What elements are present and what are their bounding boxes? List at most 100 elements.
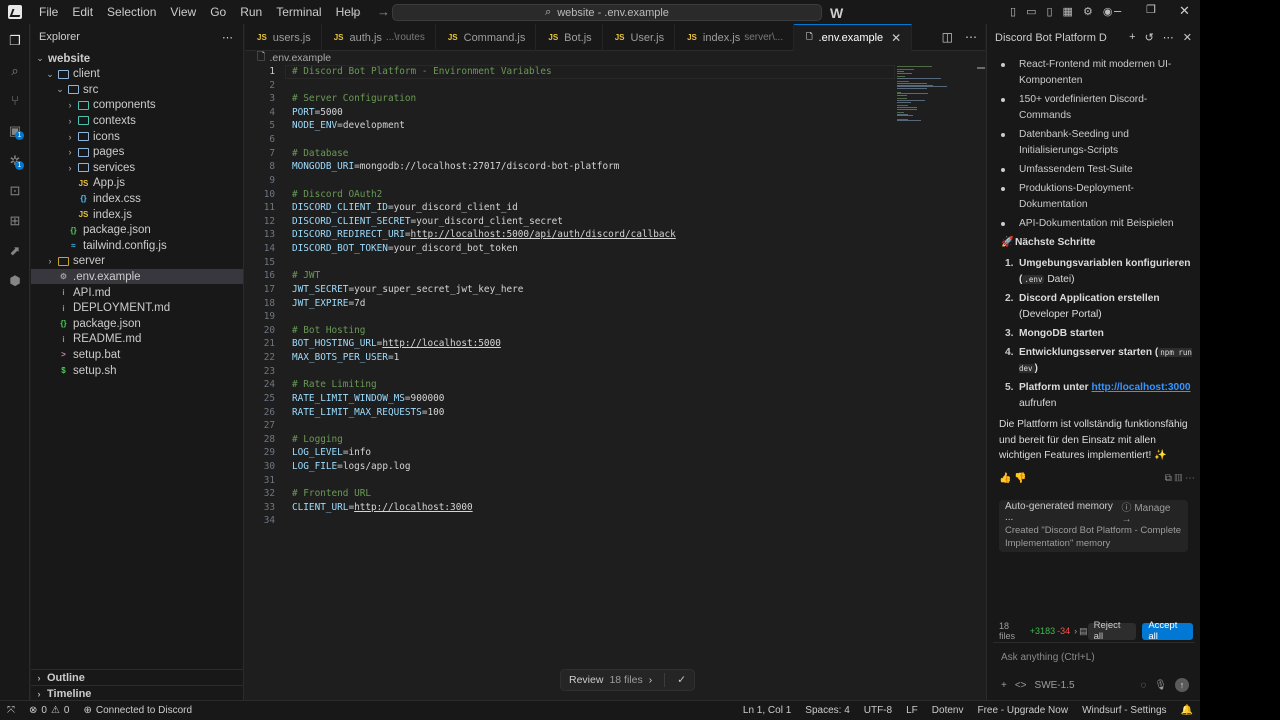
problems-indicator[interactable]: ⊗ 0 ⚠ 0 [22, 705, 76, 716]
menu-run[interactable]: Run [233, 5, 269, 19]
tree-file[interactable]: ⚙ .env.example [31, 269, 243, 285]
customize-layout-icon[interactable]: ▦ [1063, 5, 1073, 18]
code-mode-icon[interactable]: <> [1015, 680, 1027, 691]
menu-edit[interactable]: Edit [65, 5, 100, 19]
tree-file[interactable]: {} package.json [31, 316, 243, 331]
tree-file[interactable]: i README.md [31, 332, 243, 347]
indentation[interactable]: Spaces: 4 [798, 705, 856, 716]
restore-icon[interactable]: ❐ [1146, 3, 1156, 16]
account-icon[interactable]: ◉ [1103, 5, 1113, 18]
windsurf-settings[interactable]: Windsurf - Settings [1075, 705, 1173, 716]
tree-file[interactable]: JS App.js [31, 176, 243, 191]
thumbs-down-icon[interactable]: 👎 [1014, 473, 1026, 484]
tree-folder[interactable]: › services [31, 160, 243, 175]
connection-status[interactable]: ⊕ Connected to Discord [76, 705, 199, 716]
reject-all-button[interactable]: Reject all [1087, 620, 1137, 642]
menu-file[interactable]: File [32, 5, 65, 19]
accept-all-button[interactable]: Accept all [1142, 620, 1193, 642]
run-debug-icon[interactable]: ✲ 1 [7, 153, 24, 170]
close-tab-icon[interactable]: ✕ [891, 31, 901, 45]
back-arrow-icon[interactable]: ← [350, 4, 363, 19]
tree-folder[interactable]: ⌄ website [31, 51, 243, 66]
deploy-icon[interactable]: ⬈ [7, 243, 23, 259]
minimize-icon[interactable]: – [1114, 3, 1121, 18]
end-of-line[interactable]: LF [899, 705, 925, 716]
code-editor[interactable]: 1 # Discord Bot Platform - Environment Va… [245, 65, 985, 700]
diff-file-icon[interactable]: ▤ [1079, 626, 1088, 637]
tree-file[interactable]: i API.md [31, 285, 243, 300]
remote-icon[interactable]: ⊡ [7, 183, 23, 199]
close-window-icon[interactable]: ✕ [1179, 3, 1190, 19]
settings-gear-icon[interactable]: ⚙ [1083, 5, 1093, 18]
outline-section[interactable]: › Outline [31, 669, 243, 685]
tree-folder[interactable]: › icons [31, 129, 243, 144]
editor-tab[interactable]: JS User.js [603, 24, 676, 51]
tree-file[interactable]: > setup.bat [31, 347, 243, 362]
editor-tab[interactable]: JS Bot.js [536, 24, 603, 51]
new-chat-icon[interactable]: + [1129, 31, 1135, 44]
forward-arrow-icon[interactable]: → [377, 4, 390, 19]
tree-file[interactable]: {} index.css [31, 191, 243, 206]
tree-folder[interactable]: › server [31, 254, 243, 269]
editor-tab[interactable]: JS index.js server\... [675, 24, 795, 51]
microphone-icon[interactable]: 🎙 [1154, 680, 1167, 691]
localhost-link[interactable]: http://localhost:3000 [1091, 382, 1190, 393]
encoding[interactable]: UTF-8 [857, 705, 899, 716]
tree-file[interactable]: ≈ tailwind.config.js [31, 238, 243, 253]
tree-file[interactable]: i DEPLOYMENT.md [31, 301, 243, 316]
url-link[interactable]: http://localhost:3000 [354, 502, 473, 513]
package-icon[interactable]: ⬢ [7, 273, 23, 289]
chat-input-box[interactable]: Ask anything (Ctrl+L) + <> SWE-1.5 ◌ 🎙 ↑ [993, 642, 1195, 698]
grid-apps-icon[interactable]: ⊞ [7, 213, 23, 229]
toggle-sidebar-icon[interactable]: ▯ [1010, 5, 1016, 18]
toggle-panel-icon[interactable]: ▭ [1026, 5, 1036, 18]
search-view-icon[interactable]: ⌕ [7, 63, 23, 79]
url-link[interactable]: http://localhost:5000 [382, 338, 501, 349]
chevron-right-icon[interactable]: › [1074, 626, 1077, 636]
command-center-search[interactable]: ⌕ website - .env.example [392, 4, 822, 21]
editor-tab[interactable]: 🗋 .env.example ✕ [794, 24, 913, 51]
editor-tab[interactable]: JS users.js [245, 24, 322, 51]
more-options-icon[interactable]: ⋯ [1163, 31, 1174, 44]
notifications-bell-icon[interactable]: 🔔 [1174, 705, 1200, 716]
windsurf-logo-icon[interactable]: W [830, 5, 843, 21]
toggle-secondary-sidebar-icon[interactable]: ▯ [1046, 5, 1052, 18]
editor-tab[interactable]: JS Command.js [436, 24, 537, 51]
upgrade-link[interactable]: Free - Upgrade Now [970, 705, 1075, 716]
thumbs-up-icon[interactable]: 👍 [999, 473, 1014, 484]
table-icon[interactable]: ▥ [1175, 473, 1185, 484]
cursor-position[interactable]: Ln 1, Col 1 [736, 705, 798, 716]
minimap[interactable] [897, 65, 977, 125]
timeline-section[interactable]: › Timeline [31, 685, 243, 701]
tree-file[interactable]: $ setup.sh [31, 363, 243, 378]
tree-folder[interactable]: › pages [31, 145, 243, 160]
model-selector[interactable]: SWE-1.5 [1035, 680, 1075, 691]
more-actions-icon[interactable]: ⋯ [965, 30, 977, 44]
checkmark-icon[interactable]: ✓ [677, 674, 686, 686]
tree-file[interactable]: JS index.js [31, 207, 243, 222]
tree-file[interactable]: {} package.json [31, 223, 243, 238]
explorer-icon[interactable]: ❐ [7, 33, 23, 49]
tree-folder[interactable]: ⌄ client [31, 67, 243, 82]
memory-card[interactable]: Auto-generated memory ... ⓘ Manage → Cre… [999, 500, 1188, 552]
manage-link[interactable]: Manage [1134, 503, 1170, 514]
more-actions-icon[interactable]: ⋯ [222, 31, 233, 44]
add-context-icon[interactable]: + [1001, 680, 1007, 691]
close-panel-icon[interactable]: ✕ [1183, 31, 1192, 44]
url-link[interactable]: http://localhost:5000/api/auth/discord/c… [411, 229, 676, 240]
source-control-icon[interactable]: ⑂ [7, 93, 23, 109]
tree-folder[interactable]: › contexts [31, 113, 243, 128]
breadcrumb-file[interactable]: .env.example [269, 52, 331, 64]
chat-title[interactable]: Discord Bot Platform D [995, 32, 1107, 44]
menu-view[interactable]: View [163, 5, 203, 19]
chevron-right-icon[interactable]: › [649, 674, 653, 686]
send-icon[interactable]: ↑ [1175, 678, 1189, 692]
menu-selection[interactable]: Selection [100, 5, 163, 19]
tree-folder[interactable]: › components [31, 98, 243, 113]
more-icon[interactable]: ⋯ [1185, 473, 1195, 484]
tree-folder[interactable]: ⌄ src [31, 82, 243, 97]
files-count[interactable]: 18 files [999, 621, 1026, 641]
review-changes-bar[interactable]: Review 18 files › ✓ [560, 669, 696, 691]
remote-indicator-icon[interactable]: ⤧ [0, 705, 22, 716]
editor-tab[interactable]: JS auth.js ...\routes [322, 24, 436, 51]
